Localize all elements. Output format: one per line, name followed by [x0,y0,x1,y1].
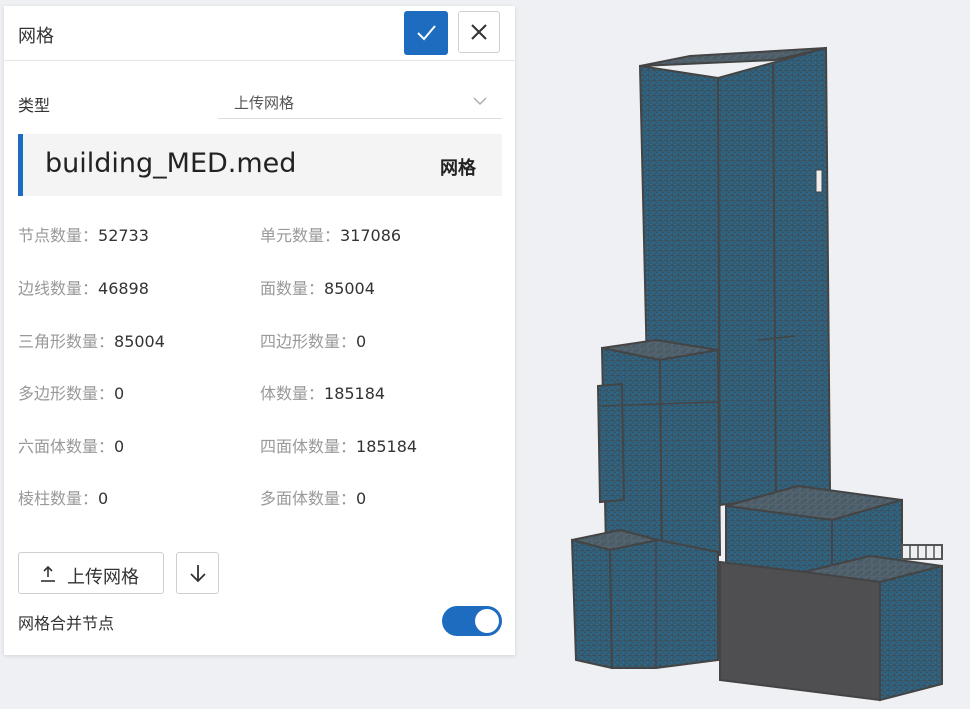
merge-nodes-row: 网格合并节点 [18,606,502,636]
mid-block-right [658,348,722,562]
stat-hexahedron-count: 六面体数量：0 [18,437,125,456]
close-icon [471,24,487,40]
check-icon [417,25,436,41]
file-card: building_MED.med 网格 [18,134,502,196]
confirm-button[interactable] [404,11,448,55]
stat-triangle-count: 三角形数量：85004 [18,332,165,351]
toggle-knob [475,609,499,633]
type-label: 类型 [18,96,51,115]
stat-prism-count: 棱柱数量：0 [18,489,109,508]
mesh-viewport[interactable] [540,0,970,705]
type-select[interactable]: 上传网格 [218,88,502,119]
stat-edge-count: 边线数量：46898 [18,279,149,298]
stat-face-count: 面数量：85004 [260,279,375,298]
close-button[interactable] [458,11,500,53]
front-box-side [879,564,943,702]
stat-quad-count: 四边形数量：0 [260,332,367,351]
type-row: 类型 上传网格 [18,88,502,119]
upload-mesh-label: 上传网格 [67,567,139,587]
stat-tetrahedron-count: 四面体数量：185184 [260,437,418,456]
file-name: building_MED.med [45,148,297,179]
upload-icon [41,565,55,582]
stat-volume-count: 体数量：185184 [260,384,386,403]
upload-mesh-button[interactable]: 上传网格 [18,552,164,594]
stat-node-count: 节点数量：52733 [18,226,149,245]
download-button[interactable] [176,552,219,594]
panel-title: 网格 [18,26,54,47]
merge-nodes-label: 网格合并节点 [18,614,115,633]
merge-nodes-toggle[interactable] [442,606,502,636]
type-select-value: 上传网格 [234,94,295,112]
front-box-front [719,560,881,702]
building-mesh-model [570,46,943,702]
low-block-right [608,538,719,669]
stat-polyhedron-count: 多面体数量：0 [260,489,367,508]
stat-polygon-count: 多边形数量：0 [18,384,125,403]
mesh-panel: 网格 类型 上传网格 building_MED.med 网格 节点数量：5273… [4,6,515,655]
arrow-down-icon [189,565,206,583]
stat-element-count: 单元数量：317086 [260,226,402,245]
file-type-badge: 网格 [440,158,476,179]
low-block-left [570,538,614,670]
panel-header: 网格 [4,6,515,61]
chevron-down-icon [473,97,487,105]
